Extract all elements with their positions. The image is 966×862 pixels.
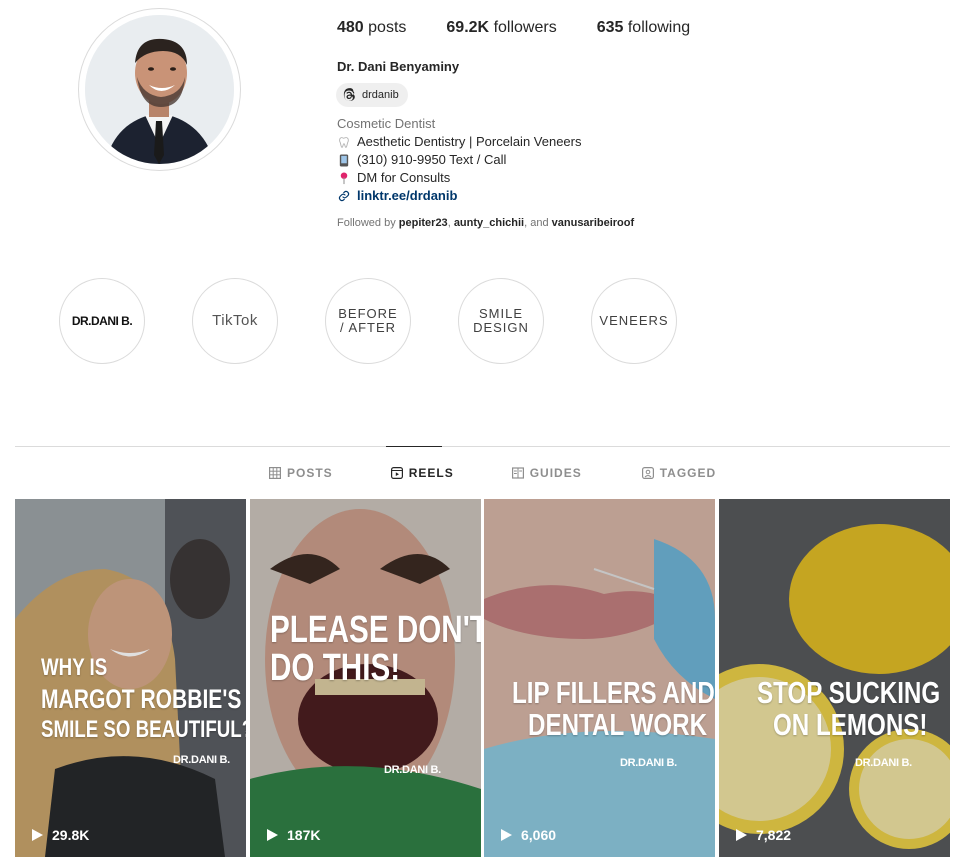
- profile-stats: 480 posts 69.2K followers 635 following: [337, 19, 690, 37]
- reel-caption: LIP FILLERS AND: [512, 675, 715, 710]
- profile-avatar[interactable]: [78, 8, 241, 171]
- tagged-icon: [641, 467, 654, 479]
- reel-logo: DR.DANI B.: [173, 754, 230, 766]
- bio-line: Aesthetic Dentistry | Porcelain Veneers: [337, 133, 582, 151]
- grid-icon: [269, 467, 281, 479]
- avatar-image: [85, 15, 234, 164]
- highlight-tiktok[interactable]: TikTok: [192, 278, 278, 364]
- reel-logo: DR.DANI B.: [620, 757, 677, 769]
- reel-logo: DR.DANI B.: [855, 757, 912, 769]
- highlight-dr-dani-b[interactable]: DR.DANI B.: [59, 278, 145, 364]
- reel-tile[interactable]: STOP SUCKING ON LEMONS! DR.DANI B. 7,822: [719, 499, 950, 857]
- reel-caption: SMILE SO BEAUTIFUL?: [41, 716, 246, 743]
- reel-caption: STOP SUCKING: [757, 675, 941, 710]
- reel-caption: ON LEMONS!: [773, 707, 928, 742]
- bio-link-row[interactable]: linktr.ee/drdanib: [337, 187, 582, 205]
- pin-icon: [337, 171, 351, 185]
- bio-line: DM for Consults: [337, 169, 582, 187]
- play-icon: [736, 829, 747, 841]
- reel-tile[interactable]: LIP FILLERS AND DENTAL WORK DR.DANI B. 6…: [484, 499, 715, 857]
- threads-link[interactable]: drdanib: [336, 83, 408, 107]
- reel-views: 7,822: [735, 827, 791, 843]
- followers-count[interactable]: 69.2K followers: [446, 19, 556, 37]
- posts-count: 480 posts: [337, 19, 407, 36]
- reel-caption: DENTAL WORK: [528, 707, 708, 742]
- external-link[interactable]: linktr.ee/drdanib: [357, 187, 457, 205]
- following-count[interactable]: 635 following: [597, 19, 690, 37]
- phone-icon: [337, 153, 351, 167]
- guides-icon: [511, 467, 524, 479]
- highlight-veneers[interactable]: VENEERS: [591, 278, 677, 364]
- reel-caption: WHY IS: [41, 654, 108, 681]
- tabs-divider: [15, 446, 950, 447]
- threads-icon: [343, 87, 355, 101]
- play-icon: [32, 829, 43, 841]
- reel-tile[interactable]: PLEASE DON'T DO THIS! DR.DANI B. 187K: [250, 499, 481, 857]
- profile-name: Dr. Dani Benyaminy: [337, 59, 460, 74]
- tab-guides[interactable]: GUIDES: [511, 466, 582, 480]
- reel-views: 6,060: [500, 827, 556, 843]
- link-icon: [337, 189, 351, 203]
- tab-reels[interactable]: REELS: [390, 466, 454, 480]
- tab-posts[interactable]: POSTS: [269, 466, 333, 480]
- play-icon: [267, 829, 278, 841]
- reel-views: 187K: [266, 827, 320, 843]
- story-highlights: DR.DANI B. TikTok BEFORE / AFTER SMILE D…: [59, 278, 677, 364]
- threads-handle: drdanib: [362, 89, 399, 101]
- reel-caption: MARGOT ROBBIE'S: [41, 684, 242, 714]
- reel-caption: DO THIS!: [270, 647, 401, 689]
- highlight-before-after[interactable]: BEFORE / AFTER: [325, 278, 411, 364]
- reel-views: 29.8K: [31, 827, 89, 843]
- active-tab-indicator: [386, 446, 442, 447]
- profile-category: Cosmetic Dentist: [337, 116, 436, 131]
- tab-tagged[interactable]: TAGGED: [641, 466, 716, 480]
- reel-tile[interactable]: WHY IS MARGOT ROBBIE'S SMILE SO BEAUTIFU…: [15, 499, 246, 857]
- bio-line: (310) 910-9950 Text / Call: [337, 151, 582, 169]
- tooth-icon: [337, 135, 351, 149]
- profile-tabs: POSTS REELS GUIDES TAGGED: [269, 466, 716, 480]
- reel-logo: DR.DANI B.: [384, 764, 441, 776]
- highlight-smile-design[interactable]: SMILE DESIGN: [458, 278, 544, 364]
- reels-icon: [390, 467, 403, 479]
- profile-bio: Cosmetic Dentist Aesthetic Dentistry | P…: [337, 115, 582, 205]
- followed-by[interactable]: Followed by pepiter23, aunty_chichii, an…: [337, 217, 634, 229]
- play-icon: [501, 829, 512, 841]
- reel-caption: PLEASE DON'T: [270, 609, 481, 651]
